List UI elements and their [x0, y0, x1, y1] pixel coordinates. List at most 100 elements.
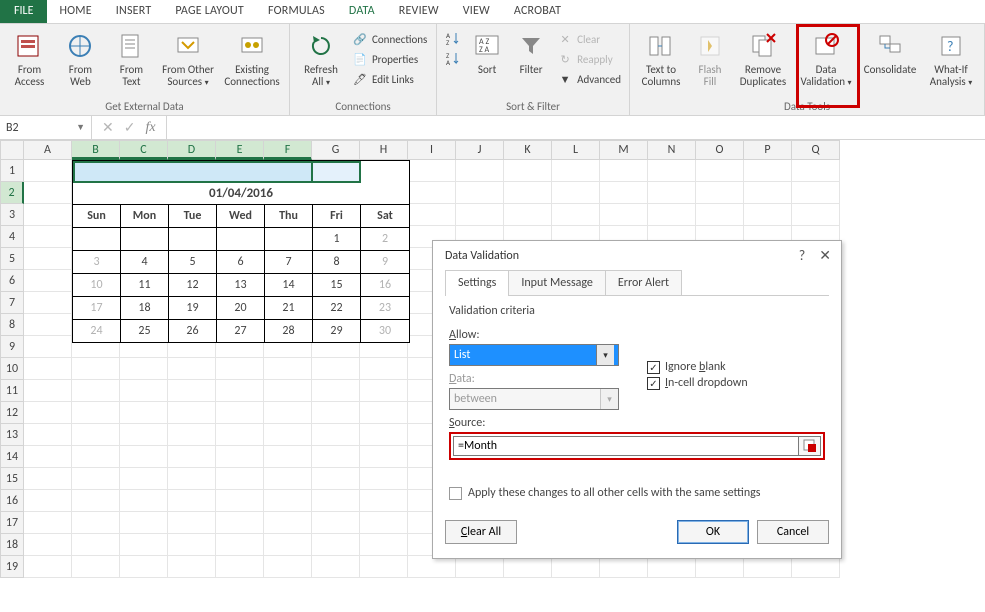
cell[interactable] — [264, 534, 312, 556]
calendar-cell[interactable]: 8 — [313, 251, 361, 273]
calendar-cell[interactable]: 7 — [265, 251, 313, 273]
calendar-cell[interactable]: 13 — [217, 274, 265, 296]
cell[interactable] — [360, 358, 408, 380]
calendar-cell[interactable]: 21 — [265, 297, 313, 319]
cell[interactable] — [360, 380, 408, 402]
cell[interactable] — [24, 446, 72, 468]
cell[interactable] — [456, 556, 504, 578]
calendar-cell[interactable]: 1 — [313, 228, 361, 250]
row-header[interactable]: 13 — [0, 424, 24, 446]
tab-file[interactable]: FILE — [0, 0, 47, 23]
cell[interactable] — [408, 182, 456, 204]
cell[interactable] — [120, 446, 168, 468]
calendar-cell[interactable] — [169, 228, 217, 250]
selected-range[interactable] — [73, 161, 313, 183]
column-header[interactable]: H — [360, 140, 408, 160]
cell[interactable] — [504, 182, 552, 204]
cell[interactable] — [264, 380, 312, 402]
cell[interactable] — [360, 424, 408, 446]
cell[interactable] — [312, 468, 360, 490]
cell[interactable] — [696, 556, 744, 578]
calendar-cell[interactable] — [217, 228, 265, 250]
cell[interactable] — [24, 204, 72, 226]
cell[interactable] — [120, 490, 168, 512]
column-header[interactable]: Q — [792, 140, 840, 160]
refresh-all-button[interactable]: Refresh All ▾ — [296, 28, 346, 88]
cancel-button[interactable]: Cancel — [757, 520, 829, 544]
cell[interactable] — [312, 358, 360, 380]
row-header[interactable]: 18 — [0, 534, 24, 556]
cell[interactable] — [264, 446, 312, 468]
tab-view[interactable]: VIEW — [451, 0, 502, 23]
clear-button[interactable]: ✕Clear — [555, 30, 623, 48]
column-header[interactable]: G — [312, 140, 360, 160]
cell[interactable] — [552, 160, 600, 182]
tab-formulas[interactable]: FORMULAS — [256, 0, 337, 23]
calendar-cell[interactable]: 12 — [169, 274, 217, 296]
cell[interactable] — [120, 468, 168, 490]
cell[interactable] — [120, 512, 168, 534]
cell[interactable] — [408, 160, 456, 182]
calendar-cell[interactable]: 2 — [361, 228, 409, 250]
flash-fill-button[interactable]: Flash Fill — [690, 28, 730, 88]
cell[interactable] — [168, 358, 216, 380]
row-header[interactable]: 7 — [0, 292, 24, 314]
row-header[interactable]: 15 — [0, 468, 24, 490]
cell[interactable] — [504, 556, 552, 578]
row-header[interactable]: 11 — [0, 380, 24, 402]
calendar-cell[interactable]: 14 — [265, 274, 313, 296]
calendar-cell[interactable]: 10 — [73, 274, 121, 296]
column-header[interactable]: I — [408, 140, 456, 160]
cell[interactable] — [168, 490, 216, 512]
column-header[interactable]: P — [744, 140, 792, 160]
column-header[interactable]: F — [264, 140, 312, 160]
calendar-cell[interactable]: 16 — [361, 274, 409, 296]
row-header[interactable]: 2 — [0, 182, 24, 204]
cell[interactable] — [216, 424, 264, 446]
cell[interactable] — [648, 160, 696, 182]
cell[interactable] — [264, 468, 312, 490]
cell[interactable] — [360, 402, 408, 424]
column-header[interactable]: D — [168, 140, 216, 160]
cell[interactable] — [72, 380, 120, 402]
fx-icon[interactable]: fx — [145, 120, 155, 136]
calendar-cell[interactable]: 5 — [169, 251, 217, 273]
calendar-cell[interactable]: 30 — [361, 320, 409, 342]
cell[interactable] — [408, 556, 456, 578]
calendar-cell[interactable]: 20 — [217, 297, 265, 319]
cell[interactable] — [600, 182, 648, 204]
calendar-cell[interactable]: 23 — [361, 297, 409, 319]
tab-home[interactable]: HOME — [47, 0, 103, 23]
cell[interactable] — [504, 204, 552, 226]
reapply-button[interactable]: ↻Reapply — [555, 50, 623, 68]
cell[interactable] — [456, 182, 504, 204]
column-header[interactable]: N — [648, 140, 696, 160]
cell[interactable] — [24, 270, 72, 292]
calendar-cell[interactable] — [121, 228, 169, 250]
cell[interactable] — [216, 402, 264, 424]
calendar-cell[interactable]: 25 — [121, 320, 169, 342]
sort-button[interactable]: A ZZ A Sort — [467, 28, 507, 76]
row-header[interactable]: 10 — [0, 358, 24, 380]
row-header[interactable]: 1 — [0, 160, 24, 182]
cell[interactable] — [360, 468, 408, 490]
cell[interactable] — [744, 160, 792, 182]
cell[interactable] — [120, 380, 168, 402]
from-other-sources-button[interactable]: From Other Sources ▾ — [159, 28, 217, 88]
calendar-cell[interactable]: 15 — [313, 274, 361, 296]
column-header[interactable]: A — [24, 140, 72, 160]
calendar-cell[interactable]: 11 — [121, 274, 169, 296]
cancel-formula-icon[interactable]: ✕ — [102, 119, 114, 136]
cell[interactable] — [264, 556, 312, 578]
range-selector-button[interactable] — [799, 436, 821, 456]
calendar-cell[interactable]: 28 — [265, 320, 313, 342]
cell[interactable] — [648, 556, 696, 578]
cell[interactable] — [72, 402, 120, 424]
row-header[interactable]: 19 — [0, 556, 24, 578]
name-box[interactable]: B2 ▼ — [0, 116, 92, 139]
cell[interactable] — [168, 512, 216, 534]
cell[interactable] — [792, 556, 840, 578]
cell[interactable] — [360, 534, 408, 556]
dialog-tab-settings[interactable]: Settings — [445, 270, 509, 295]
column-header[interactable]: M — [600, 140, 648, 160]
